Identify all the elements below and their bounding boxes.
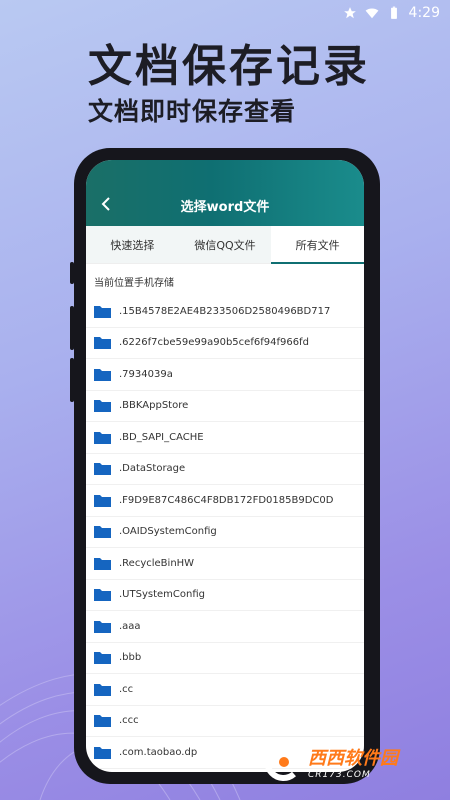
file-name: .ccc (119, 715, 139, 727)
list-item[interactable]: .BBKAppStore (86, 391, 364, 422)
status-bar: 4:29 (0, 0, 450, 26)
list-item[interactable]: .bbb (86, 643, 364, 674)
status-time: 4:29 (408, 5, 440, 21)
phone-side-button (70, 306, 74, 350)
file-name: .DataStorage (119, 463, 186, 475)
file-name: .F9D9E87C486C4F8DB172FD0185B9DC0D (119, 494, 334, 506)
folder-icon (94, 746, 111, 759)
promo-title: 文档保存记录 (88, 41, 370, 92)
file-name: .UTSystemConfig (119, 589, 205, 601)
list-item[interactable]: .F9D9E87C486C4F8DB172FD0185B9DC0D (86, 485, 364, 517)
list-item[interactable]: .aaa (86, 611, 364, 643)
folder-icon (94, 368, 111, 381)
file-name: .BD_SAPI_CACHE (119, 431, 204, 443)
folder-icon (94, 494, 111, 507)
watermark-logo: 西西软件园 CR173.COM (256, 740, 436, 784)
file-list: .15B4578E2AE4B233506D2580496BD717 .6226f… (86, 296, 364, 769)
phone-side-button (70, 262, 74, 284)
file-name: .OAIDSystemConfig (119, 526, 217, 538)
tab-label: 微信QQ文件 (194, 238, 256, 252)
folder-icon (94, 431, 111, 444)
folder-icon (94, 683, 111, 696)
file-name: .aaa (119, 620, 141, 632)
watermark-sub-text: CR173.COM (308, 770, 371, 780)
folder-icon (94, 305, 111, 318)
promo-subtitle: 文档即时保存查看 (88, 97, 297, 126)
phone-screen: 选择word文件 快速选择 微信QQ文件 所有文件 当前位置手机存储 .15B4… (86, 160, 364, 772)
tab-wechat-qq-files[interactable]: 微信QQ文件 (178, 226, 272, 263)
battery-icon (390, 6, 397, 19)
current-path-label: 当前位置手机存储 (94, 278, 174, 289)
file-name: .6226f7cbe59e99a90b5cef6f94f966fd (119, 337, 309, 349)
tab-label: 快速选择 (110, 238, 155, 252)
star-icon (343, 7, 356, 19)
wifi-icon (365, 8, 378, 19)
folder-icon (94, 526, 111, 539)
list-item[interactable]: .ccc (86, 706, 364, 737)
list-item[interactable]: .6226f7cbe59e99a90b5cef6f94f966fd (86, 328, 364, 359)
tab-bar: 快速选择 微信QQ文件 所有文件 (86, 226, 364, 264)
file-name: .com.taobao.dp (119, 746, 198, 758)
folder-icon (94, 557, 111, 570)
list-item[interactable]: .DataStorage (86, 454, 364, 485)
list-item[interactable]: .RecycleBinHW (86, 548, 364, 580)
tab-quick-select[interactable]: 快速选择 (86, 226, 179, 263)
list-item[interactable]: .OAIDSystemConfig (86, 517, 364, 548)
tab-label: 所有文件 (295, 238, 340, 252)
list-item[interactable]: .7934039a (86, 359, 364, 391)
phone-side-button (376, 296, 380, 362)
folder-icon (94, 463, 111, 476)
folder-icon (94, 589, 111, 602)
list-item[interactable]: .UTSystemConfig (86, 580, 364, 611)
file-name: .bbb (119, 652, 142, 664)
list-item[interactable]: .cc (86, 674, 364, 706)
app-title: 选择word文件 (180, 200, 270, 215)
watermark-icon (264, 743, 296, 781)
file-name: .cc (119, 683, 134, 695)
file-name: .BBKAppStore (119, 400, 189, 412)
folder-icon (94, 715, 111, 728)
list-item[interactable]: .15B4578E2AE4B233506D2580496BD717 (86, 296, 364, 328)
folder-icon (94, 400, 111, 413)
file-name: .RecycleBinHW (119, 557, 195, 569)
phone-side-button (70, 358, 74, 402)
tab-all-files[interactable]: 所有文件 (271, 226, 364, 264)
folder-icon (94, 620, 111, 633)
list-item[interactable]: .BD_SAPI_CACHE (86, 422, 364, 454)
file-name: .7934039a (119, 368, 173, 380)
file-name: .15B4578E2AE4B233506D2580496BD717 (119, 305, 331, 317)
folder-icon (94, 337, 111, 350)
folder-icon (94, 652, 111, 665)
watermark-main-text: 西西软件园 (308, 748, 398, 769)
